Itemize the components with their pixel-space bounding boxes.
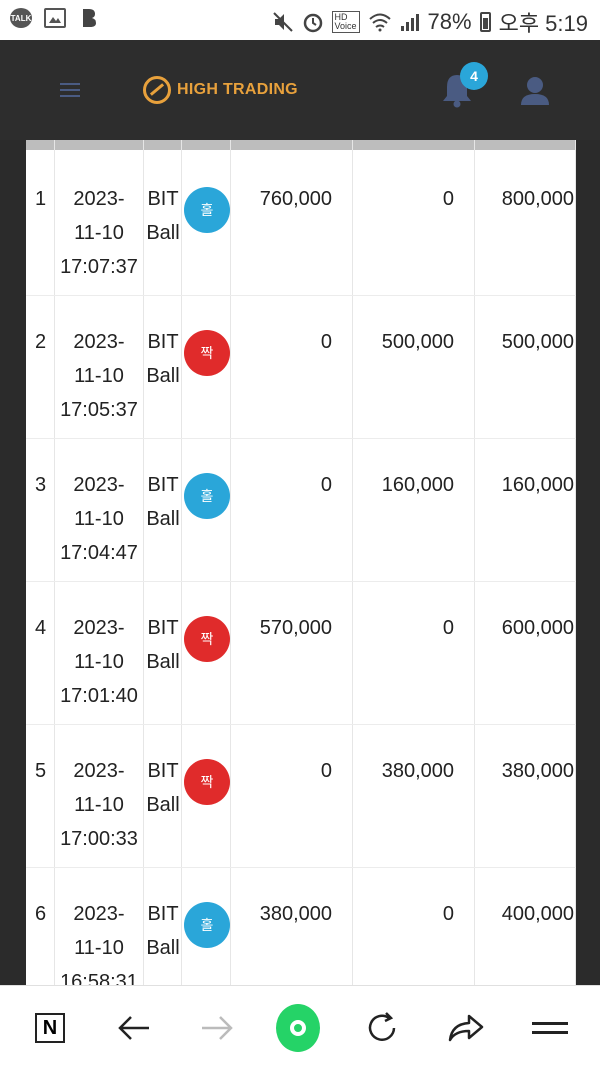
row-amount-c: 380,000	[501, 760, 574, 782]
clock: 오후 5:19	[498, 11, 588, 36]
row-amount-b: 0	[442, 903, 454, 925]
system-status: HD Voice 78% 오후 5:19	[272, 6, 588, 38]
row-game: BIT Ball	[146, 617, 180, 673]
logo-icon	[143, 76, 171, 104]
row-amount-a: 0	[320, 331, 332, 353]
hamburger-icon	[532, 1016, 568, 1040]
row-game: BIT Ball	[146, 188, 180, 244]
history-table[interactable]: 1 2023- 11-10 17:07:37 BIT Ball 홀 760,000 0…	[26, 140, 576, 985]
naver-n-icon: N	[35, 1013, 65, 1043]
table-row: 2 2023- 11-10 17:05:37 BIT Ball 짝 0 500,000…	[26, 295, 576, 439]
pick-badge: 홀	[184, 473, 230, 519]
table-row: 5 2023- 11-10 17:00:33 BIT Ball 짝 0 380,000…	[26, 724, 576, 868]
row-datetime: 2023- 11-10 17:01:40	[60, 617, 138, 707]
brand-name: HIGH TRADING	[177, 81, 298, 98]
b-app-icon	[78, 7, 100, 29]
notification-badge: 4	[460, 62, 488, 90]
pick-badge: 홀	[184, 902, 230, 948]
naver-home-button[interactable]: N	[28, 1006, 72, 1050]
status-bar: TALK HD Voice 78% 오후 5:19	[0, 0, 600, 40]
row-amount-b: 0	[442, 188, 454, 210]
row-amount-b: 160,000	[381, 474, 454, 496]
mute-icon	[272, 12, 293, 32]
hd-voice-icon: HD Voice	[331, 11, 360, 33]
row-game: BIT Ball	[146, 760, 180, 816]
row-datetime: 2023- 11-10 16:58:31	[60, 903, 138, 985]
browser-bottom-nav: N	[0, 985, 600, 1067]
row-amount-a: 0	[320, 474, 332, 496]
pick-badge: 짝	[184, 616, 230, 662]
row-amount-c: 400,000	[501, 903, 574, 925]
share-arrow-icon	[448, 1014, 484, 1042]
arrow-left-icon	[118, 1016, 149, 1040]
table-row: 1 2023- 11-10 17:07:37 BIT Ball 홀 760,000 0…	[26, 152, 576, 296]
green-dot-button[interactable]	[276, 1004, 320, 1052]
brand-logo[interactable]: HIGH TRADING	[143, 76, 298, 104]
pick-badge: 짝	[184, 759, 230, 805]
row-amount-c: 800,000	[501, 188, 574, 210]
row-number: 3	[35, 474, 47, 496]
pick-badge: 짝	[184, 330, 230, 376]
kakaotalk-icon: TALK	[10, 8, 32, 28]
row-amount-c: 160,000	[501, 474, 574, 496]
row-game: BIT Ball	[146, 903, 180, 959]
menu-icon[interactable]	[60, 83, 80, 97]
row-amount-a: 570,000	[259, 617, 332, 639]
table-row: 3 2023- 11-10 17:04:47 BIT Ball 홀 0 160,000…	[26, 438, 576, 582]
table-row: 6 2023- 11-10 16:58:31 BIT Ball 홀 380,000 0…	[26, 867, 576, 985]
row-amount-a: 760,000	[259, 188, 332, 210]
row-amount-a: 0	[320, 760, 332, 782]
battery-percent: 78%	[427, 9, 472, 34]
row-game: BIT Ball	[146, 331, 180, 387]
row-datetime: 2023- 11-10 17:00:33	[60, 760, 138, 850]
row-amount-a: 380,000	[259, 903, 332, 925]
share-button[interactable]	[444, 1006, 488, 1050]
pick-badge: 홀	[184, 187, 230, 233]
row-number: 6	[35, 903, 47, 925]
row-number: 4	[35, 617, 47, 639]
row-amount-b: 500,000	[381, 331, 454, 353]
refresh-icon	[368, 1012, 396, 1041]
back-button[interactable]	[112, 1006, 156, 1050]
row-number: 5	[35, 760, 47, 782]
wifi-icon	[368, 13, 391, 32]
row-datetime: 2023- 11-10 17:07:37	[60, 188, 138, 278]
green-dot-icon	[276, 1004, 320, 1052]
row-number: 1	[35, 188, 47, 210]
user-icon[interactable]	[519, 75, 551, 107]
row-datetime: 2023- 11-10 17:05:37	[60, 331, 138, 421]
row-game: BIT Ball	[146, 474, 180, 530]
forward-button[interactable]	[195, 1006, 239, 1050]
image-icon	[44, 8, 66, 28]
arrow-right-icon	[202, 1016, 233, 1040]
row-amount-c: 500,000	[501, 331, 574, 353]
row-amount-b: 380,000	[381, 760, 454, 782]
battery-icon	[479, 12, 491, 32]
app-header: HIGH TRADING 4	[0, 40, 600, 140]
notification-icons: TALK	[10, 7, 100, 29]
row-number: 2	[35, 331, 47, 353]
signal-icon	[400, 14, 419, 31]
row-amount-b: 0	[442, 617, 454, 639]
row-datetime: 2023- 11-10 17:04:47	[60, 474, 138, 564]
table-header	[26, 140, 576, 150]
menu-button[interactable]	[528, 1006, 572, 1050]
refresh-button[interactable]	[360, 1006, 404, 1050]
row-amount-c: 600,000	[501, 617, 574, 639]
table-row: 4 2023- 11-10 17:01:40 BIT Ball 짝 570,000 0…	[26, 581, 576, 725]
alarm-icon	[303, 13, 322, 33]
